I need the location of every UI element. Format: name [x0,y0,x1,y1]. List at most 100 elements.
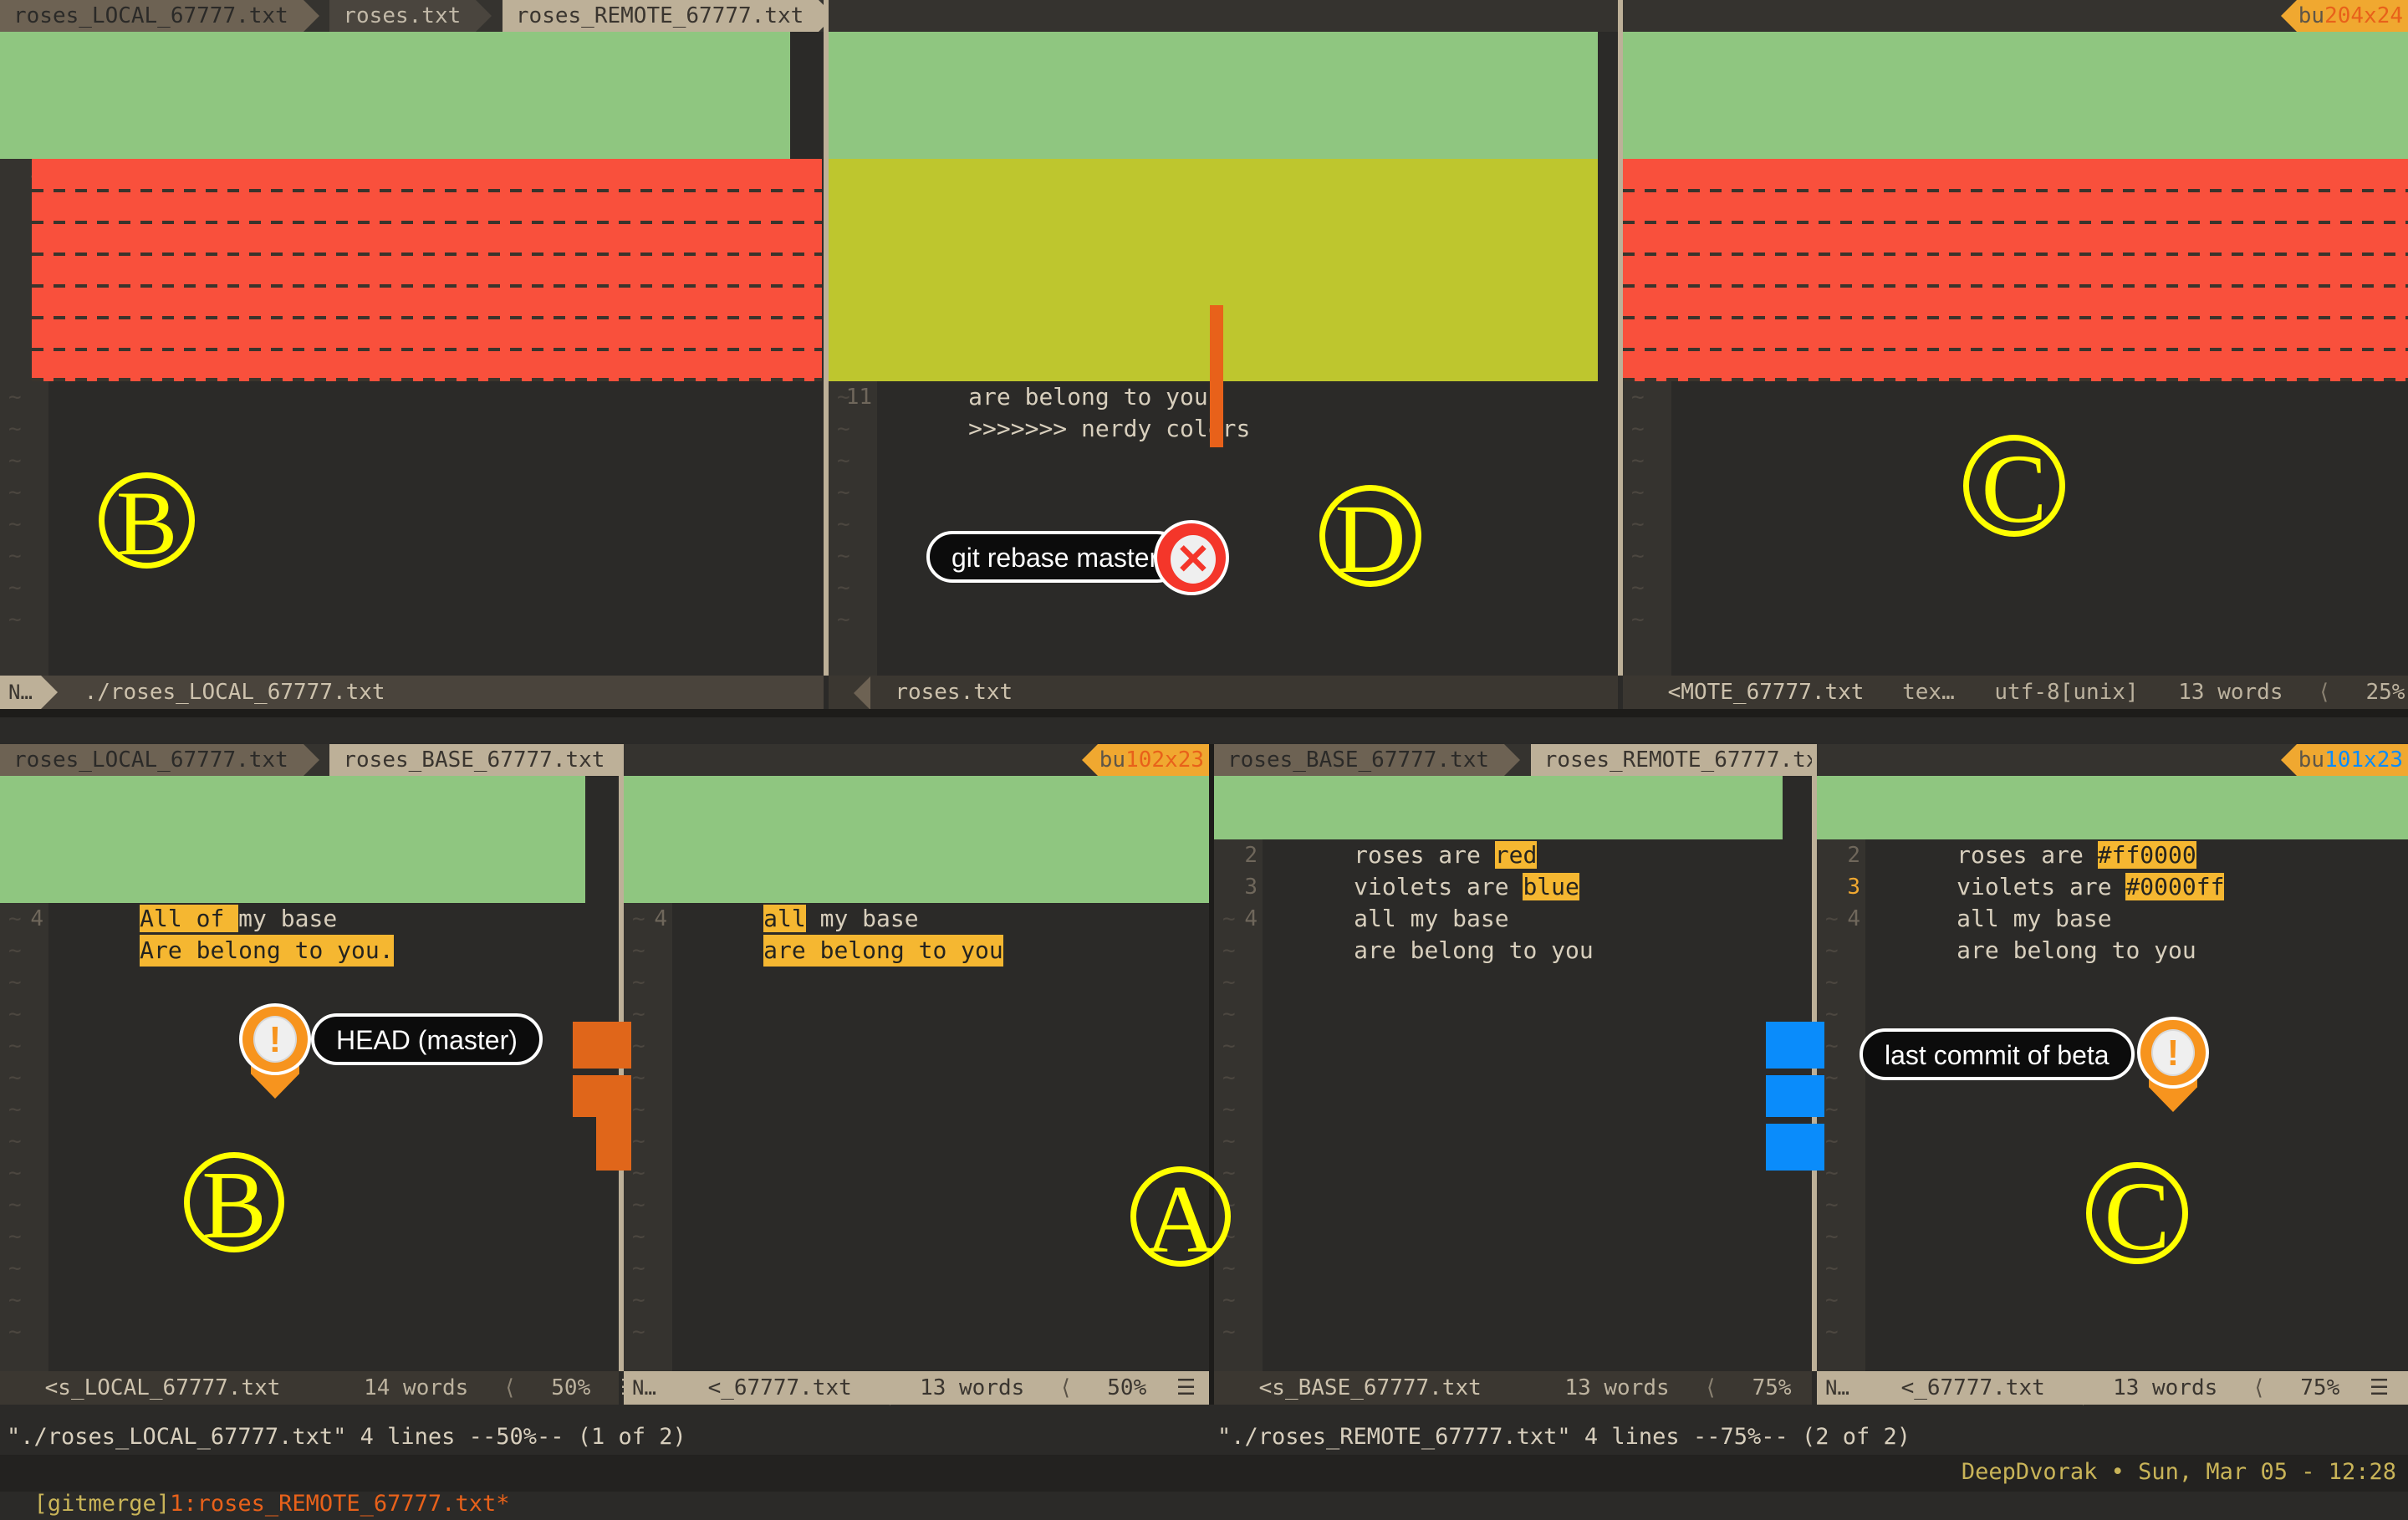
buffer-badge-value: 101x23 [2324,747,2403,773]
buffer-badge-value: 102x23 [1125,747,1204,773]
empty-line-marker: ~ [8,938,22,963]
statusline-percent: 25% [2365,680,2405,705]
buffer-badge-prefix: bu [2298,747,2325,773]
statusline-wordcount: 14 words [364,1375,469,1400]
empty-line-marker: ~ [8,512,22,537]
statusline-lines-icon: ☰ [1176,1375,1196,1400]
code-line: 1 <<<<<<< HEAD [829,32,1598,127]
statusline-top-merged[interactable]: roses.txt [829,676,1618,710]
pane-bottom-base-left[interactable]: bu102x23 1 roses are red 2 violets are b… [624,744,1278,1405]
line-text: are belong to you [1956,936,2196,964]
code-line: 1 roses are red [624,776,1209,871]
empty-line-marker: ~ [8,906,22,931]
empty-line-marker: ~ [837,512,850,537]
window-split-divider[interactable] [824,0,829,676]
code-line: 1 roses are #ff0000 [1817,776,2408,869]
tab-roses-local-bottom[interactable]: roses_LOCAL_67777.txt [0,744,319,776]
line-text: are belong to you [968,383,1208,411]
tabline-spacer-right: bu204x24 [1623,0,2408,32]
tmux-session-name: [gitmerge] [33,1491,171,1517]
empty-line-marker: ~ [632,1288,645,1313]
line-text: Are belong to you. [140,935,394,967]
code-line: 3 All of my base [0,95,790,191]
deleted-lines-filler [32,159,822,381]
tmux-window-name: 1:roses_REMOTE_67777.txt* [170,1491,510,1517]
empty-line-marker: ~ [8,575,22,600]
tmux-window-list[interactable]: [gitmerge]1:roses_REMOTE_67777.txt* [7,1456,510,1520]
buffer-bottom-base-right[interactable]: 1 roses are red 2 violets are blue 3 all… [1214,776,1812,1371]
statusline-bottom-local[interactable]: <s_LOCAL_67777.txt 14 words ⟨ 50% ☰ 2: 1 [0,1371,722,1405]
empty-line-marker: ~ [632,1065,645,1090]
statusline-bottom-base-left[interactable]: N… <_67777.txt 13 words ⟨ 50% ☰ 2: 1 [624,1371,1278,1405]
code-line: 2 Violets are blue, [0,808,585,903]
empty-line-marker: ~ [8,1256,22,1281]
empty-line-marker: ~ [8,1192,22,1217]
line-text: are belong to you [763,935,1003,967]
empty-line-marker: ~ [1222,1002,1236,1027]
callout-git-rebase: git rebase master [926,531,1184,583]
pane-top-remote[interactable]: bu204x24 1 roses are #ff0000 2 violets a… [1623,0,2408,709]
pane-bottom-base-right[interactable]: roses_BASE_67777.txt roses_REMOTE_67777.… [1214,744,2408,1405]
statusline-top-remote[interactable]: <MOTE_67777.txt tex… utf-8[unix] 13 word… [1623,676,2408,709]
buffer-badge-prefix: bu [1099,747,1126,773]
pin-last-commit-beta: ! [2137,1017,2209,1115]
empty-line-marker: ~ [8,607,22,632]
empty-line-marker: ~ [1825,1160,1839,1186]
callout-head-master: HEAD (master) [311,1013,543,1065]
error-x-icon: ✕ [1154,520,1229,595]
tab-roses-local-top[interactable]: roses_LOCAL_67777.txt [0,0,319,32]
pane-top-local[interactable]: roses_LOCAL_67777.txt roses.txt roses_RE… [0,0,1618,709]
code-line: 1 Roses are red, [0,32,790,127]
statusline-bottom-remote[interactable]: N… <_67777.txt 13 words ⟨ 75% ☰ 3: 1 [1817,1371,2408,1405]
statusline-bottom-base-right[interactable]: <s_BASE_67777.txt 13 words ⟨ 75% ☰ 3: 1 [1214,1371,1923,1405]
code-line: 2 violets are blue [624,808,1209,903]
empty-line-marker: ~ [1222,1288,1236,1313]
buffer-top-local[interactable]: 1 Roses are red, 2 Violets are blue, 3 A… [0,32,824,676]
label-circle-d-top: D [1319,485,1421,589]
empty-line-marker: ~ [837,385,850,410]
commit-block-orange [573,1022,631,1171]
empty-line-marker: ~ [1631,607,1645,632]
statusline-top-local[interactable]: N… ./roses_LOCAL_67777.txt [0,676,824,709]
empty-line-marker: ~ [1825,906,1839,931]
empty-line-marker: ~ [8,1033,22,1058]
tab-roses-base-bottom-right[interactable]: roses_BASE_67777.txt [1214,744,1521,776]
pin-head-master: ! [239,1003,311,1102]
empty-line-marker: ~ [8,1097,22,1122]
buffer-bottom-base-left[interactable]: 1 roses are red 2 violets are blue 3 all… [624,776,1209,1371]
tab-roses-remote-top[interactable]: roses_REMOTE_67777.txt [502,0,835,32]
pane-top-merged[interactable]: 1 <<<<<<< HEAD 2 Roses are red, 3 Violet… [829,0,1618,710]
empty-line-marker: ~ [8,448,22,473]
empty-line-marker: ~ [1825,938,1839,963]
empty-line-marker: ~ [1631,416,1645,441]
empty-line-marker: ~ [632,1192,645,1217]
tab-roses-txt-top[interactable]: roses.txt [329,0,492,32]
empty-line-marker: ~ [1631,575,1645,600]
tabline-spacer-b4: bu101x23 [1817,744,2408,776]
vim-mode-indicator: N… [0,676,58,709]
code-line: 2 violets are blue [1214,808,1783,900]
empty-line-marker: ~ [1222,1319,1236,1344]
exclamation-icon: ! [253,1016,297,1063]
buffer-top-remote[interactable]: 1 roses are #ff0000 2 violets are #0000f… [1623,32,2408,676]
tab-roses-base-bottom[interactable]: roses_BASE_67777.txt [329,744,636,776]
empty-line-marker: ~ [1825,1288,1839,1313]
empty-line-marker: ~ [837,448,850,473]
empty-line-marker: ~ [632,970,645,995]
statusline-percent: 50% [1107,1375,1147,1400]
empty-line-marker: ~ [837,480,850,505]
x-icon-glyph: ✕ [1176,536,1211,583]
code-line: 3 All of my base [0,839,585,932]
code-line: 8 violets are #0000ff [829,254,1598,347]
empty-line-marker: ~ [837,543,850,569]
code-line: 6 ======= [829,191,1598,283]
statusline-chevron-icon: ⟨ [503,1375,517,1400]
tabline-spacer-middle [829,0,1618,32]
tab-roses-remote-bottom-right[interactable]: roses_REMOTE_67777.txt [1530,744,1864,776]
callout-last-commit-beta: last commit of beta [1860,1028,2135,1080]
commit-block-blue [1766,1022,1824,1171]
code-line: 1 Roses are red, [0,776,585,871]
line-text: >>>>>>> nerdy colors [968,415,1251,442]
empty-line-marker: ~ [1222,1033,1236,1058]
empty-line-marker: ~ [8,1224,22,1249]
